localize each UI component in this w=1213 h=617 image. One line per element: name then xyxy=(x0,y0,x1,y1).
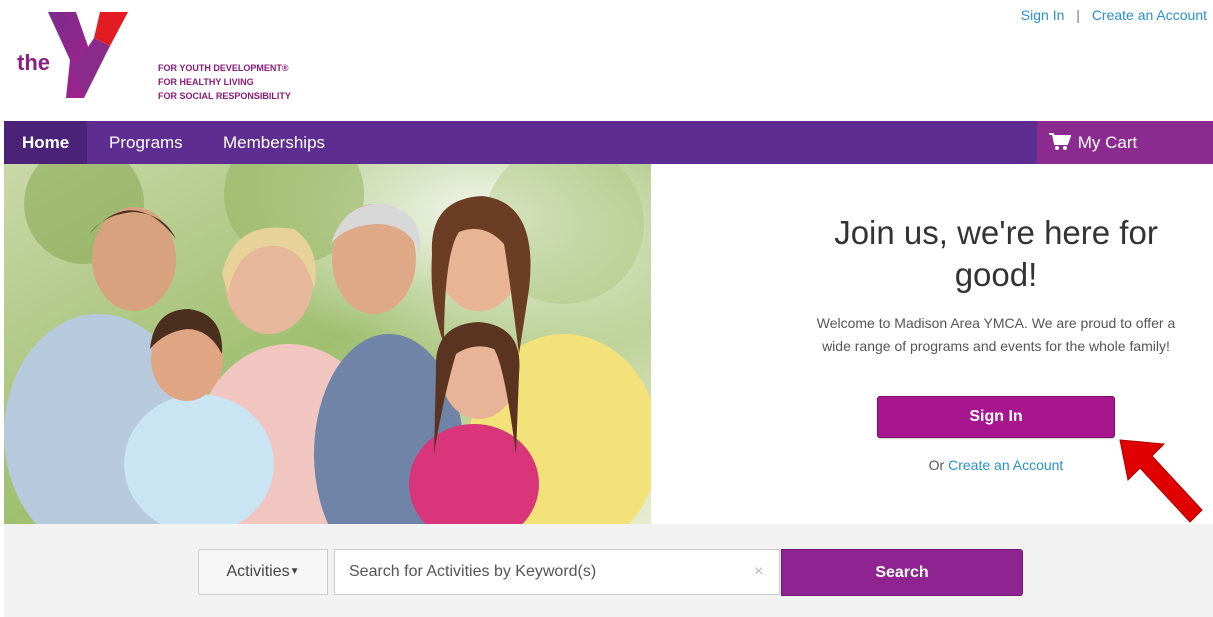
page: the YMCA FOR YOUTH DEVELOPMENT® FOR HEAL… xyxy=(0,0,1213,617)
cart-icon xyxy=(1049,133,1072,150)
clear-icon[interactable]: × xyxy=(754,549,763,595)
tagline: FOR YOUTH DEVELOPMENT® FOR HEALTHY LIVIN… xyxy=(158,63,291,101)
hero-sign-in-button[interactable]: Sign In xyxy=(877,396,1115,438)
my-cart-button[interactable]: My Cart xyxy=(1037,121,1213,164)
main-nav: Home Programs Memberships My Cart xyxy=(4,121,1213,164)
family-photo xyxy=(4,164,651,524)
activities-label: Activities xyxy=(226,563,290,580)
hero-welcome-text: Welcome to Madison Area YMCA. We are pro… xyxy=(816,315,1176,354)
y-logo-icon: the YMCA xyxy=(17,12,128,99)
hero-title: Join us, we're here for good! xyxy=(834,214,1158,293)
red-arrow-icon xyxy=(1119,439,1203,523)
hero-create-account-link[interactable]: Create an Account xyxy=(948,457,1063,473)
search-button[interactable]: Search xyxy=(781,549,1023,596)
top-links: Sign In | Create an Account xyxy=(1021,7,1207,23)
top-sign-in-link[interactable]: Sign In xyxy=(1021,7,1065,23)
ymca-logo[interactable]: the YMCA FOR YOUTH DEVELOPMENT® FOR HEAL… xyxy=(14,8,314,108)
header: the YMCA FOR YOUTH DEVELOPMENT® FOR HEAL… xyxy=(0,0,1213,120)
or-text: Or xyxy=(928,457,945,473)
keyword-search-input[interactable]: Search for Activities by Keyword(s) xyxy=(334,549,780,595)
activities-dropdown[interactable]: Activities▼ xyxy=(198,549,328,595)
nav-home[interactable]: Home xyxy=(4,121,88,164)
caret-down-icon: ▼ xyxy=(289,566,300,577)
nav-memberships[interactable]: Memberships xyxy=(223,121,325,164)
logo-the-text: the xyxy=(17,50,50,75)
cart-label: My Cart xyxy=(1077,133,1138,152)
top-create-account-link[interactable]: Create an Account xyxy=(1092,7,1207,23)
separator: | xyxy=(1076,7,1080,23)
search-bar: Activities▼ Search for Activities by Key… xyxy=(4,524,1213,617)
nav-programs[interactable]: Programs xyxy=(109,121,183,164)
